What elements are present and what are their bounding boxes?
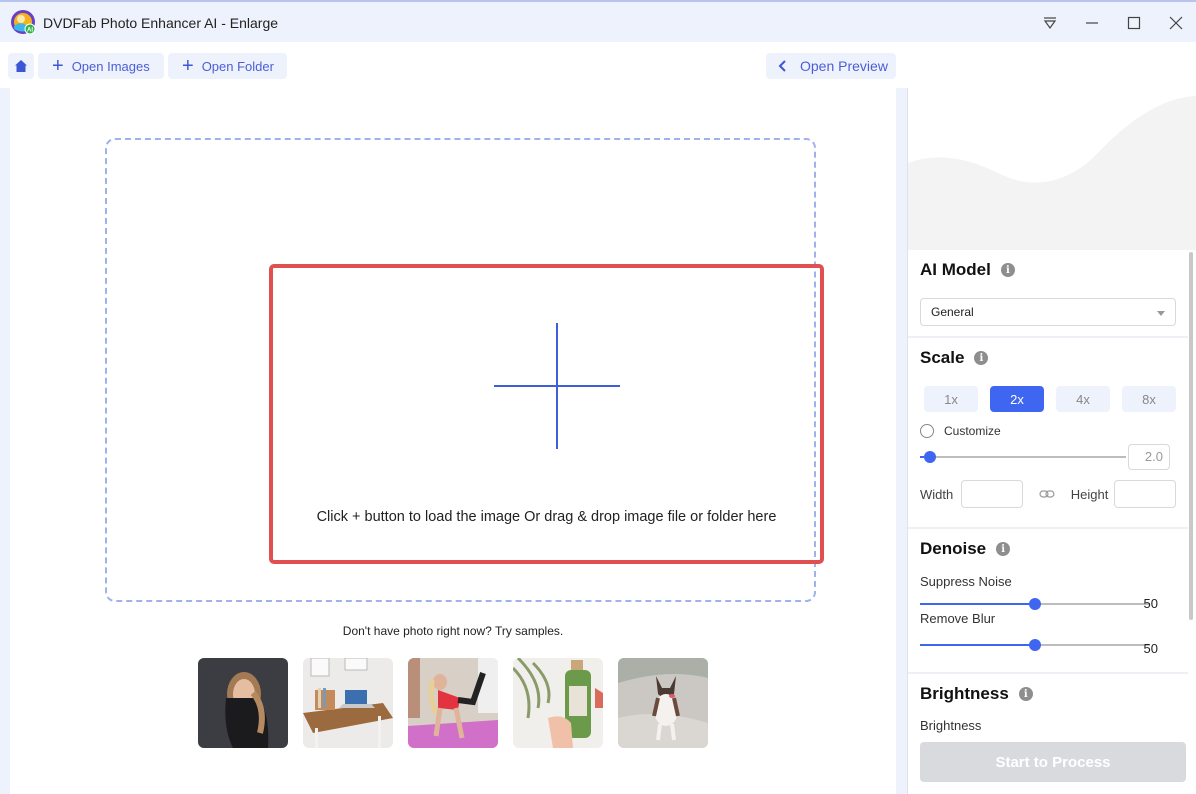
remove-blur-fill <box>920 644 1035 646</box>
sample-desk-laptop[interactable] <box>303 658 393 748</box>
ai-model-title: AI Model <box>920 260 991 279</box>
height-label: Height <box>1070 486 1109 502</box>
add-plus-icon[interactable] <box>556 323 558 449</box>
info-icon[interactable]: i <box>974 351 989 365</box>
custom-scale-slider-row: 2.0 <box>920 444 1176 470</box>
scale-8x-button[interactable]: 8x <box>1122 386 1176 412</box>
scale-4x-button[interactable]: 4x <box>1056 386 1110 412</box>
scale-title: Scale <box>920 348 965 367</box>
dimensions-row: Width Height <box>920 480 1176 508</box>
ai-model-section: AI Model i General <box>908 250 1188 338</box>
sample-running-dog[interactable] <box>618 658 708 748</box>
samples-label: Don't have photo right now? Try samples. <box>342 624 564 638</box>
scale-1x-button[interactable]: 1x <box>924 386 978 412</box>
denoise-title: Denoise <box>920 539 987 558</box>
maximize-icon <box>1127 16 1141 30</box>
remove-blur-handle[interactable] <box>1029 639 1041 651</box>
custom-scale-slider-handle[interactable] <box>924 451 936 463</box>
open-images-button[interactable]: + Open Images <box>38 53 164 79</box>
dog-image <box>618 658 708 748</box>
close-button[interactable] <box>1161 10 1191 36</box>
link-icon[interactable] <box>1039 489 1055 499</box>
menu-dropdown-icon <box>1043 17 1057 30</box>
start-process-button[interactable]: Start to Process <box>920 742 1186 782</box>
customize-option[interactable]: Customize <box>920 424 1176 438</box>
toolbar: + Open Images + Open Folder Open Preview <box>0 42 1196 88</box>
height-input[interactable] <box>1114 480 1176 508</box>
settings-panel: AI Model i General Scale i 1x 2x 4x 8x C… <box>908 88 1196 794</box>
drop-instruction: Click + button to load the image Or drag… <box>316 509 777 525</box>
width-input[interactable] <box>961 480 1023 508</box>
title-bar: AI DVDFab Photo Enhancer AI - Enlarge <box>0 0 1196 42</box>
fitness-image <box>408 658 498 748</box>
maximize-button[interactable] <box>1119 10 1149 36</box>
custom-scale-input[interactable]: 2.0 <box>1128 444 1170 470</box>
minimize-icon <box>1086 22 1098 24</box>
bottle-image <box>513 658 603 748</box>
info-icon[interactable]: i <box>996 542 1011 556</box>
custom-scale-slider[interactable] <box>920 456 1126 458</box>
suppress-noise-value: 50 <box>1143 596 1158 611</box>
scale-2x-button[interactable]: 2x <box>990 386 1044 412</box>
suppress-noise-row: 50 <box>920 591 1176 617</box>
suppress-noise-fill <box>920 603 1035 605</box>
main-area: Click + button to load the image Or drag… <box>10 88 896 794</box>
brightness-label: Brightness <box>920 718 982 733</box>
open-images-label: Open Images <box>71 58 150 74</box>
left-border-strip <box>0 88 10 794</box>
brightness-title: Brightness <box>920 684 1009 703</box>
plus-icon: + <box>182 55 194 77</box>
close-icon <box>1169 16 1183 30</box>
width-label: Width <box>920 486 954 502</box>
desk-image <box>303 658 393 748</box>
open-preview-button[interactable]: Open Preview <box>766 53 896 79</box>
preview-placeholder <box>908 88 1196 250</box>
info-icon[interactable]: i <box>1000 263 1015 277</box>
customize-radio[interactable] <box>920 424 934 438</box>
suppress-noise-handle[interactable] <box>1029 598 1041 610</box>
suppress-noise-label: Suppress Noise <box>920 574 1012 589</box>
chevron-left-icon <box>778 60 786 72</box>
add-image-target[interactable]: Click + button to load the image Or drag… <box>269 264 824 564</box>
ai-model-selected: General <box>931 305 974 319</box>
sample-green-bottle[interactable] <box>513 658 603 748</box>
home-icon <box>15 60 27 72</box>
portrait-image <box>198 658 288 748</box>
sample-thumbnails <box>198 658 708 748</box>
open-preview-label: Open Preview <box>800 58 888 74</box>
chevron-down-icon <box>1157 311 1165 316</box>
info-icon[interactable]: i <box>1018 687 1033 701</box>
sample-portrait-woman[interactable] <box>198 658 288 748</box>
minimize-button[interactable] <box>1077 10 1107 36</box>
brightness-section: Brightness i Brightness <box>908 674 1188 740</box>
settings-scrollbar[interactable] <box>1189 252 1193 620</box>
image-placeholder-icon <box>908 88 1196 250</box>
scale-options: 1x 2x 4x 8x <box>920 386 1176 412</box>
svg-text:AI: AI <box>27 28 33 34</box>
ai-model-select[interactable]: General <box>920 298 1176 326</box>
menu-dropdown-button[interactable] <box>1035 10 1065 36</box>
plus-icon: + <box>52 55 64 77</box>
drop-zone[interactable]: Click + button to load the image Or drag… <box>105 138 824 602</box>
open-folder-button[interactable]: + Open Folder <box>168 53 287 79</box>
home-button[interactable] <box>8 53 34 79</box>
scale-section: Scale i 1x 2x 4x 8x Customize 2.0 Width <box>908 338 1188 529</box>
remove-blur-value: 50 <box>1143 641 1158 656</box>
app-logo-icon: AI <box>11 10 36 35</box>
sample-fitness-woman[interactable] <box>408 658 498 748</box>
panel-divider[interactable] <box>896 88 908 794</box>
customize-label: Customize <box>944 424 1001 438</box>
remove-blur-row: 50 <box>920 632 1176 658</box>
window-title: DVDFab Photo Enhancer AI - Enlarge <box>43 15 279 31</box>
denoise-section: Denoise i Suppress Noise 50 Remove Blur … <box>908 529 1188 674</box>
settings-scroll-area: AI Model i General Scale i 1x 2x 4x 8x C… <box>908 250 1188 740</box>
open-folder-label: Open Folder <box>201 58 274 74</box>
